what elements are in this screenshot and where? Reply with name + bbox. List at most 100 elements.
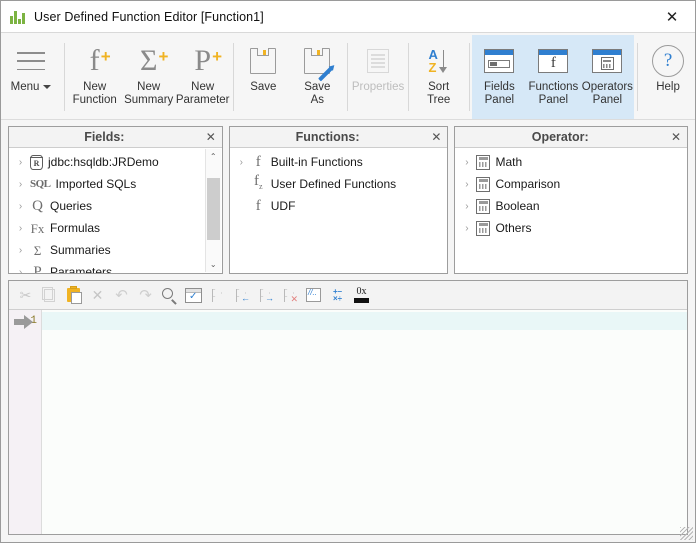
cut-button[interactable]: ✂ [16,286,35,305]
help-button[interactable]: ? Help [641,35,695,119]
tree-item-queries[interactable]: › Q Queries [9,195,222,217]
tree-item-summaries[interactable]: › Σ Summaries [9,239,222,261]
tree-item-label: Imported SQLs [55,177,137,191]
chevron-right-icon[interactable]: › [462,223,471,234]
code-area[interactable]: 1 [9,310,687,534]
close-icon[interactable]: ✕ [671,131,681,143]
tree-item-math[interactable]: › Math [455,151,687,173]
chevron-right-icon[interactable]: › [462,157,471,168]
f-plus-icon: f + [90,41,111,81]
resize-grip[interactable] [680,527,693,540]
tree-item-label: Math [495,155,523,169]
bar-chart-logo-icon [10,9,26,24]
close-icon[interactable]: ✕ [431,131,441,143]
functions-tree[interactable]: › f Built-in Functions fz User Defined F… [229,148,448,273]
run-button[interactable] [208,286,227,305]
find-button[interactable] [160,286,179,305]
sql-icon: SQL [30,178,51,190]
check-syntax-button[interactable]: ✓ [184,286,203,305]
calculator-icon [476,220,491,236]
functions-panel-button[interactable]: f Functions Panel [526,35,581,119]
sort-tree-label-1: Sort [428,81,450,93]
code-line-1[interactable] [14,312,687,330]
new-function-label-1: New [83,81,107,93]
tree-item-label: jdbc:hsqldb:JRDemo [48,155,159,169]
tree-item-label: Summaries [50,243,111,257]
fx-icon: Fx [30,220,45,236]
functions-panel: Functions: ✕ › f Built-in Functions fz U… [228,126,449,274]
help-label: Help [656,81,680,93]
save-as-button[interactable]: Save As [290,35,344,119]
math-operators-button[interactable]: +– ×÷ [328,286,347,305]
chevron-right-icon[interactable]: › [16,201,25,212]
close-icon[interactable]: ✕ [206,131,216,143]
step-forward-button[interactable]: → [256,286,275,305]
scroll-thumb[interactable] [206,178,220,240]
fields-panel: Fields: ✕ › R jdbc:hsqldb:JRDemo › SQL I… [8,126,223,274]
tree-item-user-defined-functions[interactable]: fz User Defined Functions [230,173,448,195]
sort-tree-button[interactable]: AZ Sort Tree [412,35,466,119]
title-bar: User Defined Function Editor [Function1]… [1,1,695,33]
chevron-right-icon[interactable]: › [16,267,25,274]
new-parameter-button[interactable]: P + New Parameter [176,35,230,119]
operators-panel-button[interactable]: Operators Panel [580,35,635,119]
new-function-button[interactable]: f + New Function [68,35,122,119]
fields-panel-icon [484,41,515,81]
chevron-right-icon[interactable]: › [16,223,25,234]
tree-item-imported-sqls[interactable]: › SQL Imported SQLs [9,173,222,195]
question-circle-icon: ? [652,41,685,81]
scroll-up-icon[interactable]: ⌃ [206,149,221,164]
fields-scrollbar[interactable]: ⌃ ⌄ [204,149,221,272]
copy-button[interactable] [40,286,59,305]
close-icon[interactable]: ✕ [649,2,695,32]
tree-item-jdbc[interactable]: › R jdbc:hsqldb:JRDemo [9,151,222,173]
fields-panel-button[interactable]: Fields Panel [472,35,527,119]
chevron-right-icon[interactable]: › [16,245,25,256]
tree-item-comparison[interactable]: › Comparison [455,173,687,195]
chevron-right-icon[interactable]: › [16,157,25,168]
properties-button[interactable]: Properties [351,35,405,119]
save-button[interactable]: Save [236,35,290,119]
tree-item-built-in-functions[interactable]: › f Built-in Functions [230,151,448,173]
functions-panel-title: Functions: [295,130,360,144]
tree-item-label: Built-in Functions [270,155,363,169]
operator-tree[interactable]: › Math › Comparison › Boolean › Others [455,148,687,273]
chevron-right-icon[interactable]: › [237,157,246,168]
scroll-track[interactable] [206,164,221,257]
f-icon: f [255,197,261,214]
operator-panel-header: Operator: ✕ [455,127,687,148]
floppy-disk-icon [250,41,277,81]
new-function-label-2: Function [72,94,117,106]
chevron-right-icon[interactable]: › [462,179,471,190]
execution-pointer-arrow-icon [14,314,36,329]
stop-button[interactable]: ✕ [280,286,299,305]
redo-button[interactable]: ↷ [136,286,155,305]
tree-item-boolean[interactable]: › Boolean [455,195,687,217]
save-label: Save [250,81,277,93]
chevron-right-icon[interactable]: › [462,201,471,212]
delete-button[interactable]: ✕ [88,286,107,305]
step-back-button[interactable]: ← [232,286,251,305]
operators-panel-label-2: Panel [592,94,623,106]
code-text-area[interactable] [14,310,687,534]
operators-panel-icon [592,41,623,81]
tree-item-parameters[interactable]: › P Parameters [9,261,222,273]
undo-button[interactable]: ↶ [112,286,131,305]
calculator-icon [476,154,491,170]
fields-panel-title: Fields: [84,130,125,144]
variables-button[interactable]: 0x [352,286,371,305]
scroll-down-icon[interactable]: ⌄ [206,257,221,272]
chevron-right-icon[interactable]: › [16,179,25,190]
save-as-label: Save As [304,81,331,106]
tree-item-others[interactable]: › Others [455,217,687,239]
comment-button[interactable] [304,286,323,305]
tree-item-udf[interactable]: f UDF [230,195,448,217]
chevron-down-icon [43,84,52,89]
ribbon-divider [408,43,409,111]
new-summary-button[interactable]: Σ + New Summary [122,35,176,119]
paste-button[interactable] [64,286,83,305]
fields-tree[interactable]: › R jdbc:hsqldb:JRDemo › SQL Imported SQ… [9,148,222,273]
menu-label: Menu [10,81,40,93]
tree-item-formulas[interactable]: › Fx Formulas [9,217,222,239]
menu-button[interactable]: Menu [1,35,61,119]
